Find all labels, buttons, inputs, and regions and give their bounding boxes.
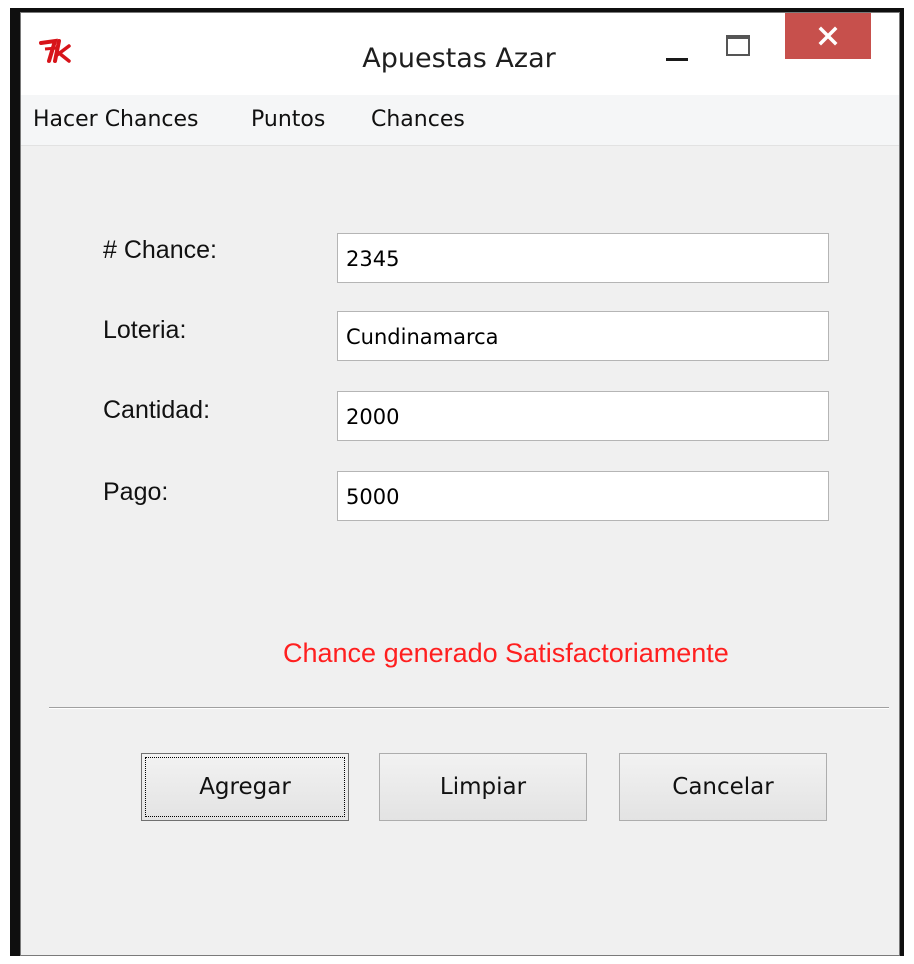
loteria-label: Loteria:	[103, 316, 187, 344]
pago-field[interactable]: 5000	[337, 471, 829, 521]
menu-puntos[interactable]: Puntos	[251, 106, 325, 134]
pago-label: Pago:	[103, 478, 169, 506]
cantidad-field[interactable]: 2000	[337, 391, 829, 441]
status-message: Chance generado Satisfactoriamente	[283, 638, 729, 668]
loteria-field[interactable]: Cundinamarca	[337, 311, 829, 361]
agregar-button[interactable]: Agregar	[141, 753, 349, 821]
cantidad-label: Cantidad:	[103, 396, 211, 424]
window-title: Apuestas Azar	[362, 43, 556, 74]
menu-chances[interactable]: Chances	[371, 106, 465, 134]
chance-number-field[interactable]: 2345	[337, 233, 829, 283]
minimize-icon[interactable]	[653, 23, 703, 75]
limpiar-button[interactable]: Limpiar	[379, 753, 587, 821]
chance-label: # Chance:	[103, 236, 217, 264]
title-bar[interactable]: Apuestas Azar	[21, 13, 899, 95]
cancelar-button[interactable]: Cancelar	[619, 753, 827, 821]
menu-bar: Hacer Chances Puntos Chances	[21, 95, 899, 146]
app-window: Apuestas Azar Hacer Chances Puntos Chanc…	[20, 12, 900, 956]
menu-hacer-chances[interactable]: Hacer Chances	[33, 106, 199, 134]
maximize-icon[interactable]	[711, 23, 763, 75]
separator	[49, 707, 889, 709]
close-button[interactable]	[785, 13, 871, 59]
close-icon	[818, 26, 838, 46]
